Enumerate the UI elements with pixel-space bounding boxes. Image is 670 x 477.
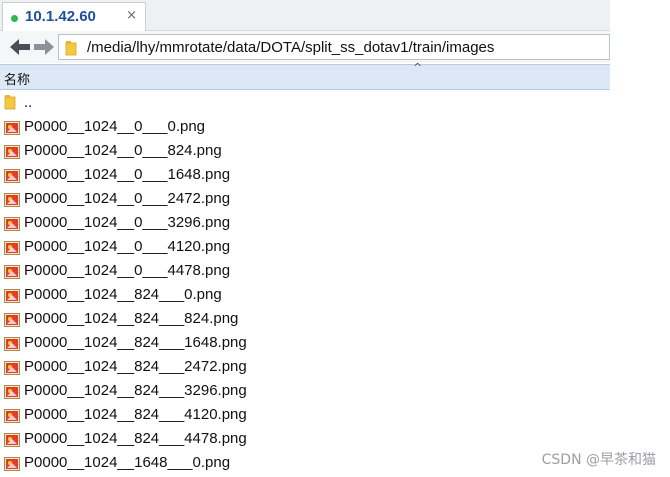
file-item[interactable]: P0000__1024__824___824.png bbox=[0, 307, 610, 331]
file-list: .. P0000__1024__0___0.png P0000__1024__0__… bbox=[0, 91, 610, 475]
file-name: P0000__1024__0___4120.png bbox=[24, 238, 231, 255]
folder-icon bbox=[65, 40, 79, 60]
file-name: P0000__1024__0___2472.png bbox=[24, 190, 231, 207]
parent-folder-item[interactable]: .. bbox=[0, 91, 610, 115]
file-name: P0000__1024__0___3296.png bbox=[24, 214, 231, 231]
image-file-icon bbox=[4, 216, 20, 235]
column-header: 名称 ^ bbox=[0, 61, 610, 90]
address-toolbar: /media/lhy/mmrotate/data/DOTA/split_ss_d… bbox=[0, 31, 610, 63]
file-item[interactable]: P0000__1024__824___4478.png bbox=[0, 427, 610, 451]
column-name-header[interactable]: 名称 bbox=[4, 69, 30, 88]
file-name: P0000__1024__824___4120.png bbox=[24, 406, 247, 423]
sort-ascending-icon: ^ bbox=[413, 61, 423, 74]
image-file-icon bbox=[4, 240, 20, 259]
image-file-icon bbox=[4, 408, 20, 427]
file-name: P0000__1024__0___0.png bbox=[24, 118, 206, 135]
file-name: P0000__1024__824___824.png bbox=[24, 310, 239, 327]
image-file-icon bbox=[4, 360, 20, 379]
back-button[interactable] bbox=[9, 37, 31, 57]
file-item[interactable]: P0000__1024__824___3296.png bbox=[0, 379, 610, 403]
file-name: P0000__1024__0___824.png bbox=[24, 142, 222, 159]
file-name: P0000__1024__0___1648.png bbox=[24, 166, 231, 183]
file-name: P0000__1024__824___1648.png bbox=[24, 334, 247, 351]
image-file-icon bbox=[4, 144, 20, 163]
connection-status-icon bbox=[11, 15, 18, 22]
image-file-icon bbox=[4, 432, 20, 451]
file-name: P0000__1024__1648___0.png bbox=[24, 454, 231, 471]
file-item[interactable]: P0000__1024__0___4120.png bbox=[0, 235, 610, 259]
file-item[interactable]: P0000__1024__0___824.png bbox=[0, 139, 610, 163]
image-file-icon bbox=[4, 336, 20, 355]
file-browser-window: 10.1.42.60 × /media/lhy/mmrotate/data/DO… bbox=[0, 0, 670, 477]
file-item[interactable]: P0000__1024__824___0.png bbox=[0, 283, 610, 307]
image-file-icon bbox=[4, 312, 20, 331]
file-item[interactable]: P0000__1024__824___1648.png bbox=[0, 331, 610, 355]
forward-button[interactable] bbox=[33, 37, 55, 57]
file-name: P0000__1024__0___4478.png bbox=[24, 262, 231, 279]
image-file-icon bbox=[4, 384, 20, 403]
image-file-icon bbox=[4, 264, 20, 283]
close-tab-icon[interactable]: × bbox=[126, 8, 137, 23]
arrow-right-icon bbox=[33, 37, 55, 57]
address-field[interactable]: /media/lhy/mmrotate/data/DOTA/split_ss_d… bbox=[58, 34, 610, 60]
image-file-icon bbox=[4, 288, 20, 307]
file-name: .. bbox=[24, 94, 33, 111]
image-file-icon bbox=[4, 120, 20, 139]
file-item[interactable]: P0000__1024__0___4478.png bbox=[0, 259, 610, 283]
file-item[interactable]: P0000__1024__0___2472.png bbox=[0, 187, 610, 211]
arrow-left-icon bbox=[9, 37, 31, 57]
file-item[interactable]: P0000__1024__824___4120.png bbox=[0, 403, 610, 427]
image-file-icon bbox=[4, 192, 20, 211]
folder-icon bbox=[4, 94, 18, 114]
address-path: /media/lhy/mmrotate/data/DOTA/split_ss_d… bbox=[87, 39, 495, 56]
image-file-icon bbox=[4, 168, 20, 187]
file-name: P0000__1024__824___0.png bbox=[24, 286, 222, 303]
file-item[interactable]: P0000__1024__0___3296.png bbox=[0, 211, 610, 235]
file-name: P0000__1024__824___3296.png bbox=[24, 382, 247, 399]
tab-title: 10.1.42.60 bbox=[25, 8, 96, 25]
image-file-icon bbox=[4, 456, 20, 475]
tab-remote-host[interactable]: 10.1.42.60 × bbox=[2, 2, 146, 31]
file-name: P0000__1024__824___4478.png bbox=[24, 430, 247, 447]
file-item[interactable]: P0000__1024__0___1648.png bbox=[0, 163, 610, 187]
tab-bar: 10.1.42.60 × bbox=[0, 0, 610, 31]
file-item[interactable]: P0000__1024__0___0.png bbox=[0, 115, 610, 139]
watermark: CSDN @早茶和猫 bbox=[541, 452, 656, 468]
file-item[interactable]: P0000__1024__824___2472.png bbox=[0, 355, 610, 379]
file-name: P0000__1024__824___2472.png bbox=[24, 358, 247, 375]
file-item[interactable]: P0000__1024__1648___0.png bbox=[0, 451, 610, 475]
